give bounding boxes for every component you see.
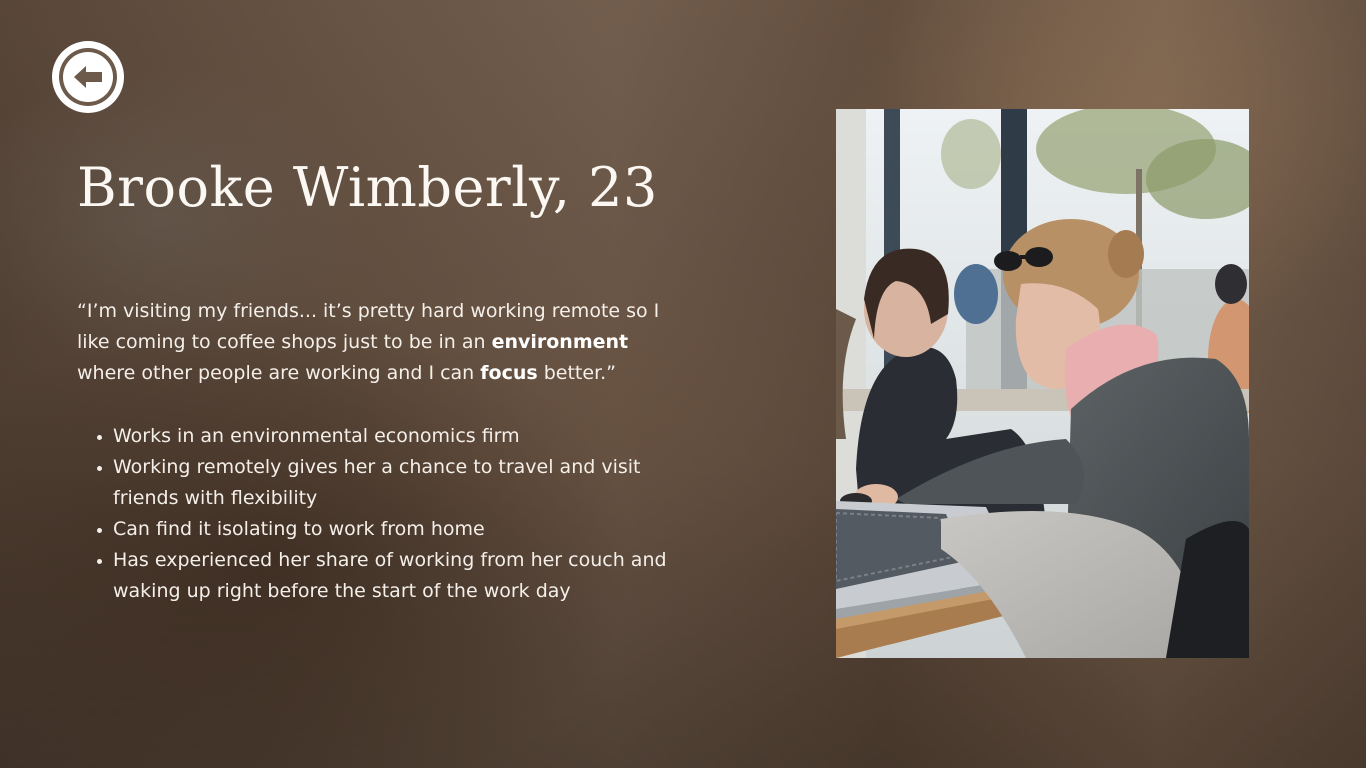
quote-text-2: where other people are working and I can	[77, 362, 481, 384]
list-item: Working remotely gives her a chance to t…	[97, 452, 693, 514]
quote-emphasis-focus: focus	[480, 362, 538, 384]
back-button[interactable]	[52, 41, 124, 113]
quote-emphasis-environment: environment	[491, 331, 629, 353]
list-item: Has experienced her share of working fro…	[97, 545, 693, 607]
arrow-left-circle-icon	[74, 66, 102, 88]
back-button-disc	[63, 52, 113, 102]
list-item: Works in an environmental economics firm	[97, 421, 693, 452]
interview-quote: “I’m visiting my friends... it’s pretty …	[77, 296, 687, 389]
back-button-ring	[59, 48, 117, 106]
quote-text-3: better.”	[537, 362, 617, 384]
list-item: Can find it isolating to work from home	[97, 514, 693, 545]
profile-photo	[836, 109, 1249, 658]
profile-facts-list: Works in an environmental economics firm…	[97, 421, 693, 607]
page-title: Brooke Wimberly, 23	[77, 156, 658, 219]
photo-illustration	[836, 109, 1249, 658]
